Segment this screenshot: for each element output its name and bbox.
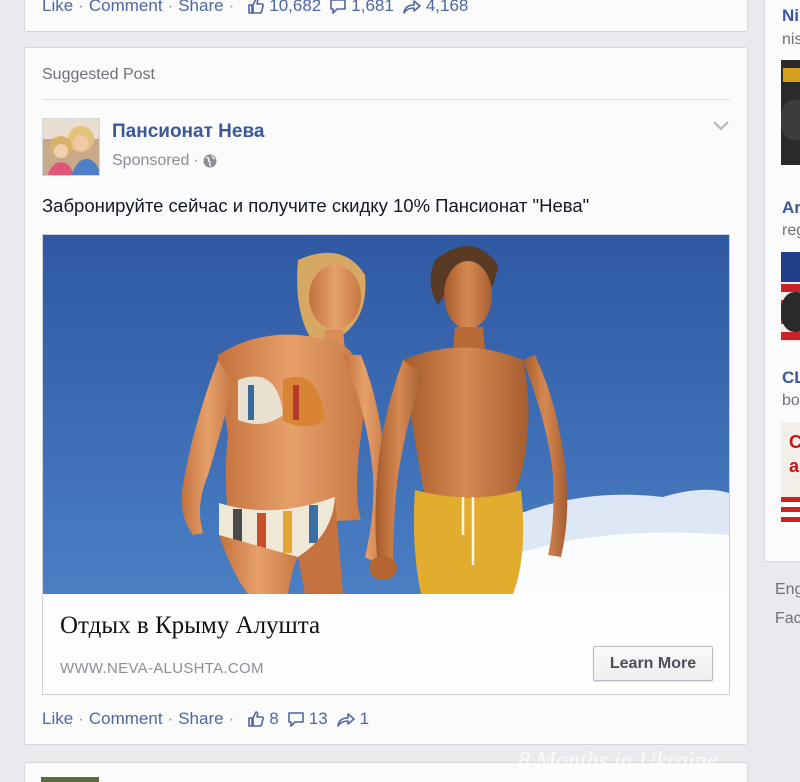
watermark: 8 Months in Ukraine [518,748,718,774]
ad-headline[interactable]: Отдых в Крыму Алушта [60,612,320,640]
comment-count[interactable]: 13 [287,709,328,729]
separator: · [228,709,235,728]
separator: · [193,152,199,169]
sidebar-item-title[interactable]: Ni [782,6,799,26]
share-link[interactable]: Share [178,0,223,16]
sidebar-item-subtitle: bo [782,392,800,409]
like-count[interactable]: 10,682 [247,0,321,16]
suggested-post-header: Suggested Post [42,66,155,83]
share-icon [403,0,421,14]
globe-icon [203,154,217,168]
sponsored-link[interactable]: Sponsored [112,152,189,170]
separator: · [167,709,174,728]
sidebar-item-subtitle: reg [782,222,800,239]
comment-count[interactable]: 1,681 [329,0,394,16]
post-text: Забронируйте сейчас и получите скидку 10… [42,195,590,216]
comment-icon [287,712,304,727]
next-post-avatar[interactable] [41,777,99,782]
learn-more-button[interactable]: Learn More [593,646,713,681]
page-avatar[interactable] [42,118,100,176]
like-count[interactable]: 8 [247,709,279,729]
sponsored-label: Sponsored · [112,152,217,170]
previous-post-actions: Like · Comment · Share · 10,682 1,681 4,… [42,0,468,16]
like-link[interactable]: Like [42,0,73,16]
share-count[interactable]: 4,168 [402,0,468,16]
page-name-link[interactable]: Пансионат Нева [112,121,264,143]
sidebar-item-thumbnail[interactable]: C a [781,422,800,527]
like-link[interactable]: Like [42,709,73,729]
separator: · [78,709,84,728]
share-link[interactable]: Share [178,709,223,729]
thumbs-up-icon [248,711,265,727]
sidebar-item-title[interactable]: CL [782,368,800,388]
ad-image[interactable] [43,235,729,594]
separator: · [78,0,84,15]
separator: · [228,0,235,15]
sidebar-item-thumbnail[interactable] [781,60,800,165]
chevron-down-icon[interactable] [712,120,730,132]
footer-link-language[interactable]: Eng [775,581,800,599]
comment-link[interactable]: Comment [89,709,163,729]
ad-domain: WWW.NEVA-ALUSHTA.COM [60,660,264,677]
footer-link-facebook[interactable]: Fac [775,610,800,628]
right-sidebar: Ni nis Ar reg CL bo C a [764,0,800,562]
separator: · [167,0,174,15]
divider [42,99,730,100]
ad-post-actions: Like · Comment · Share · 8 13 1 [42,709,369,729]
comment-link[interactable]: Comment [89,0,163,16]
share-count[interactable]: 1 [336,709,369,729]
thumbs-up-icon [248,0,265,14]
comment-icon [330,0,347,14]
ad-link-preview[interactable]: Отдых в Крыму Алушта WWW.NEVA-ALUSHTA.CO… [42,234,730,695]
sidebar-item-title[interactable]: Ar [782,198,800,218]
sidebar-item-subtitle: nis [782,31,800,48]
sidebar-item-thumbnail[interactable] [781,252,800,342]
share-icon [336,713,355,727]
